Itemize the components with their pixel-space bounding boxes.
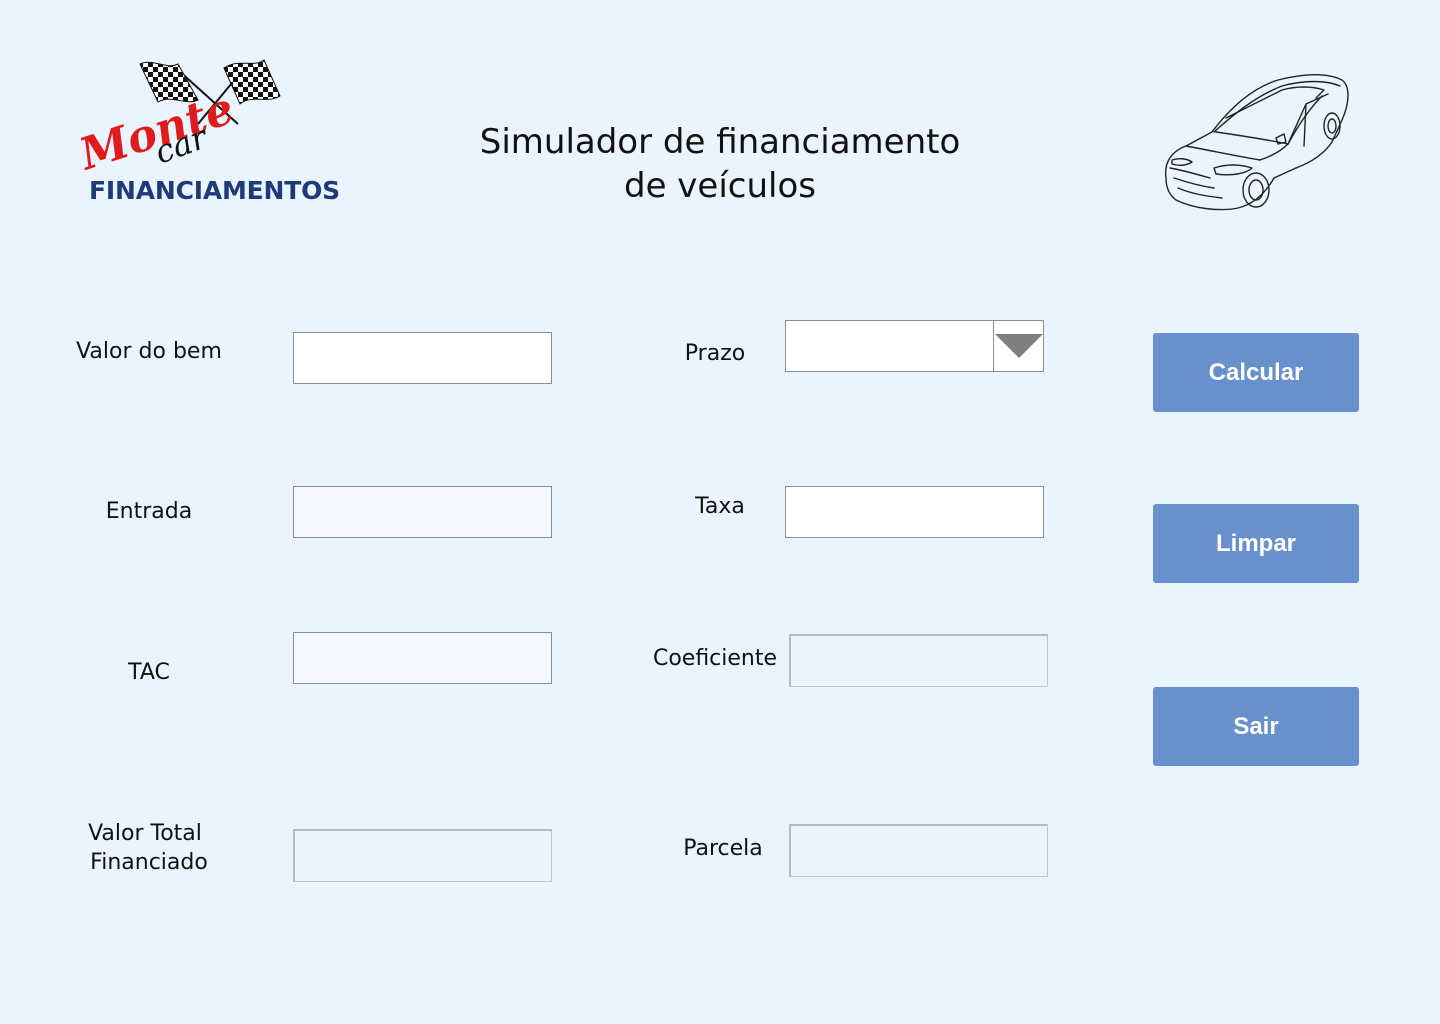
tac-input[interactable] [293, 632, 552, 684]
logo-wordmark: FINANCIAMENTOS [89, 176, 340, 205]
calcular-button[interactable]: Calcular [1153, 333, 1359, 412]
label-entrada: Entrada [105, 499, 193, 524]
sair-button[interactable]: Sair [1153, 687, 1359, 766]
label-valor-total-line1: Valor Total [88, 821, 202, 846]
valor-do-bem-input[interactable] [293, 332, 552, 384]
title-line-2: de veículos [624, 166, 816, 206]
taxa-input[interactable] [785, 486, 1044, 538]
valor-total-financiado-field[interactable] [293, 829, 552, 882]
monte-car-logo: Monte car FINANCIAMENTOS [78, 52, 340, 222]
label-valor-do-bem: Valor do bem [76, 339, 222, 364]
page-title: Simulador de financiamento de veículos [440, 120, 1000, 208]
checkered-flags-icon: Monte car [78, 59, 281, 181]
coeficiente-field[interactable] [789, 634, 1048, 687]
parcela-field[interactable] [789, 824, 1048, 877]
label-valor-total-line2: Financiado [90, 850, 208, 875]
label-prazo: Prazo [684, 341, 746, 366]
label-tac: TAC [128, 660, 170, 685]
entrada-input[interactable] [293, 486, 552, 538]
title-line-1: Simulador de financiamento [479, 122, 961, 162]
label-taxa: Taxa [695, 494, 745, 519]
label-valor-total-financiado: Valor Total Financiado [60, 819, 238, 877]
label-parcela: Parcela [683, 836, 763, 861]
prazo-select[interactable] [785, 320, 1044, 372]
car-outline-icon [1156, 60, 1356, 220]
label-coeficiente: Coeficiente [652, 646, 778, 671]
triangle-down-icon [995, 334, 1043, 358]
limpar-button[interactable]: Limpar [1153, 504, 1359, 583]
prazo-dropdown-button[interactable] [993, 321, 1043, 371]
